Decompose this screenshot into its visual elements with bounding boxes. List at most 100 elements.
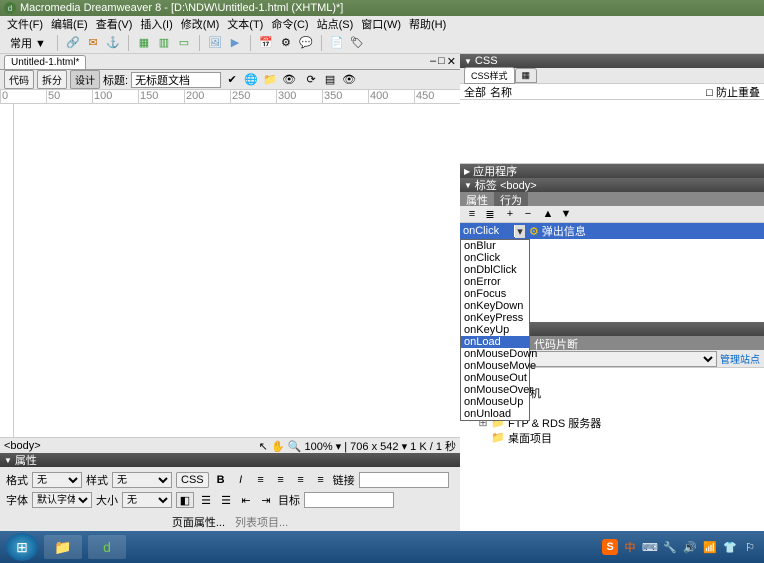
- event-option[interactable]: onDblClick: [461, 264, 529, 276]
- menu-help[interactable]: 帮助(H): [406, 16, 449, 32]
- menu-view[interactable]: 查看(V): [93, 16, 136, 32]
- hyperlink-icon[interactable]: 🔗: [65, 35, 81, 51]
- title-input[interactable]: [131, 72, 221, 88]
- person-icon[interactable]: 👕: [722, 539, 738, 555]
- align-right-icon[interactable]: ≡: [293, 472, 309, 488]
- network-icon[interactable]: 📶: [702, 539, 718, 555]
- layout-icon[interactable]: ▥: [156, 35, 172, 51]
- event-option[interactable]: onMouseUp: [461, 396, 529, 408]
- list-ol-icon[interactable]: ☰: [218, 492, 234, 508]
- select-tool-icon[interactable]: ↖: [259, 441, 268, 453]
- remove-behavior-icon[interactable]: −: [520, 206, 536, 222]
- menu-edit[interactable]: 编辑(E): [48, 16, 91, 32]
- event-option[interactable]: onFocus: [461, 288, 529, 300]
- tree-item[interactable]: 📁桌面项目: [464, 430, 760, 445]
- doc-window-controls[interactable]: –□✕: [430, 55, 456, 68]
- document-tab[interactable]: Untitled-1.html*: [4, 55, 86, 69]
- add-behavior-icon[interactable]: +: [502, 206, 518, 222]
- text-color-icon[interactable]: ◧: [176, 492, 194, 508]
- volume-icon[interactable]: 🔊: [682, 539, 698, 555]
- align-center-icon[interactable]: ≡: [273, 472, 289, 488]
- menu-site[interactable]: 站点(S): [314, 16, 357, 32]
- div-icon[interactable]: ▭: [176, 35, 192, 51]
- align-justify-icon[interactable]: ≡: [313, 472, 329, 488]
- view-options-icon[interactable]: ▤: [322, 72, 338, 88]
- menu-bar[interactable]: 文件(F) 编辑(E) 查看(V) 插入(I) 修改(M) 文本(T) 命令(C…: [0, 16, 764, 32]
- event-option[interactable]: onMouseOver: [461, 384, 529, 396]
- tag-selector[interactable]: <body>: [4, 440, 41, 452]
- move-down-icon[interactable]: ▼: [558, 206, 574, 222]
- event-option[interactable]: onError: [461, 276, 529, 288]
- show-set-events-icon[interactable]: ≡: [464, 206, 480, 222]
- file-mgmt-icon[interactable]: 📁: [262, 72, 278, 88]
- design-canvas[interactable]: [0, 104, 460, 437]
- zoom-tool-icon[interactable]: 🔍: [288, 441, 302, 453]
- italic-icon[interactable]: I: [233, 472, 249, 488]
- refresh-icon[interactable]: ⟳: [303, 72, 319, 88]
- ime-icon[interactable]: 中: [622, 539, 638, 555]
- date-icon[interactable]: 📅: [258, 35, 274, 51]
- table-icon[interactable]: ▦: [136, 35, 152, 51]
- prevent-overlap-checkbox[interactable]: ☐ 防止重叠: [705, 84, 760, 100]
- browser-check-icon[interactable]: 🌐: [243, 72, 259, 88]
- attributes-tab[interactable]: 属性: [460, 192, 494, 206]
- comment-icon[interactable]: 💬: [298, 35, 314, 51]
- event-option[interactable]: onMouseMove: [461, 360, 529, 372]
- visual-aids-icon[interactable]: 👁: [341, 72, 357, 88]
- event-option[interactable]: onKeyPress: [461, 312, 529, 324]
- start-button[interactable]: ⊞: [6, 533, 38, 561]
- application-panel-header[interactable]: ▶应用程序: [460, 164, 764, 178]
- dreamweaver-task-icon[interactable]: d: [88, 535, 126, 559]
- event-option[interactable]: onMouseOut: [461, 372, 529, 384]
- manage-sites-link[interactable]: 管理站点: [720, 351, 760, 366]
- tag-panel-header[interactable]: ▼标签 <body>: [460, 178, 764, 192]
- menu-insert[interactable]: 插入(I): [137, 16, 175, 32]
- show-all-events-icon[interactable]: ≣: [482, 206, 498, 222]
- align-left-icon[interactable]: ≡: [253, 472, 269, 488]
- event-option[interactable]: onLoad: [461, 336, 529, 348]
- behavior-row[interactable]: onClick ▾ ⚙弹出信息: [460, 223, 764, 239]
- action-cell[interactable]: ⚙弹出信息: [525, 223, 590, 239]
- system-tray[interactable]: S 中 ⌨ 🔧 🔊 📶 👕 ⚐: [602, 539, 758, 555]
- font-select[interactable]: 默认字体: [32, 492, 92, 508]
- event-option[interactable]: onClick: [461, 252, 529, 264]
- target-input[interactable]: [304, 492, 394, 508]
- sogou-icon[interactable]: S: [602, 539, 618, 555]
- menu-file[interactable]: 文件(F): [4, 16, 46, 32]
- event-option[interactable]: onKeyDown: [461, 300, 529, 312]
- window-size[interactable]: 706 x 542: [350, 441, 398, 453]
- keyboard-icon[interactable]: ⌨: [642, 539, 658, 555]
- image-icon[interactable]: 🖼: [207, 35, 223, 51]
- size-select[interactable]: 无: [122, 492, 172, 508]
- list-ul-icon[interactable]: ☰: [198, 492, 214, 508]
- email-icon[interactable]: ✉: [85, 35, 101, 51]
- windows-taskbar[interactable]: ⊞ 📁 d S 中 ⌨ 🔧 🔊 📶 👕 ⚐: [0, 531, 764, 563]
- validate-icon[interactable]: ✔: [224, 72, 240, 88]
- properties-header[interactable]: ▼属性: [0, 453, 460, 467]
- layers-tab[interactable]: ▦: [515, 68, 538, 83]
- explorer-task-icon[interactable]: 📁: [44, 535, 82, 559]
- event-cell[interactable]: onClick: [460, 225, 515, 237]
- server-icon[interactable]: ⚙: [278, 35, 294, 51]
- link-input[interactable]: [359, 472, 449, 488]
- media-icon[interactable]: ▶: [227, 35, 243, 51]
- css-button[interactable]: CSS: [176, 472, 209, 488]
- indent-icon[interactable]: ⇥: [258, 492, 274, 508]
- code-view-button[interactable]: 代码: [4, 70, 34, 89]
- bold-icon[interactable]: B: [213, 472, 229, 488]
- menu-text[interactable]: 文本(T): [224, 16, 266, 32]
- behaviors-tab[interactable]: 行为: [494, 192, 528, 206]
- list-item-button[interactable]: 列表项目...: [235, 514, 288, 530]
- tool-icon[interactable]: 🔧: [662, 539, 678, 555]
- menu-command[interactable]: 命令(C): [268, 16, 311, 32]
- preview-icon[interactable]: 👁: [281, 72, 297, 88]
- style-select[interactable]: 无: [112, 472, 172, 488]
- css-panel-header[interactable]: ▼CSS: [460, 54, 764, 68]
- format-select[interactable]: 无: [32, 472, 82, 488]
- hand-tool-icon[interactable]: ✋: [271, 441, 285, 453]
- toolbar-category[interactable]: 常用 ▼: [6, 35, 50, 51]
- split-view-button[interactable]: 拆分: [37, 70, 67, 89]
- event-option[interactable]: onUnload: [461, 408, 529, 420]
- event-dropdown-icon[interactable]: ▾: [515, 225, 525, 238]
- anchor-icon[interactable]: ⚓: [105, 35, 121, 51]
